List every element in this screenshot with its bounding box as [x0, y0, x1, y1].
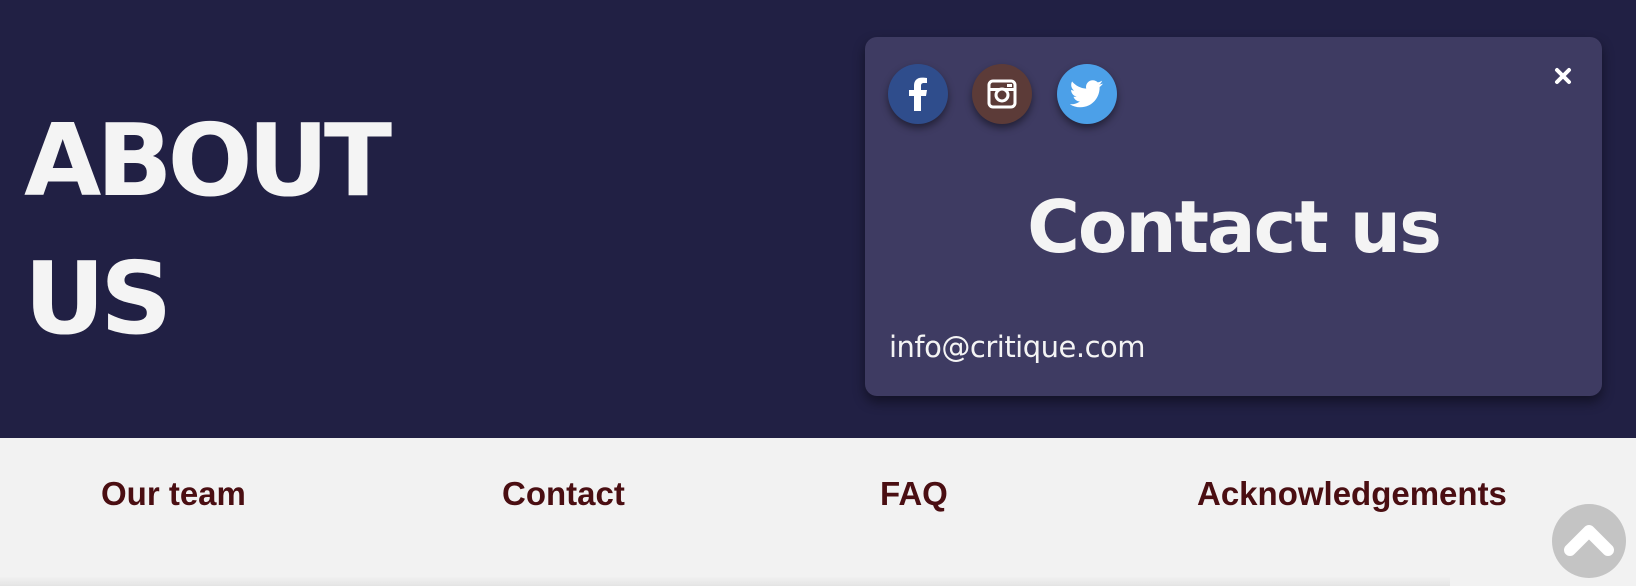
contact-heading: Contact us — [1027, 185, 1442, 269]
contact-card: Contact us info@critique.com — [865, 37, 1602, 396]
scroll-to-top-button[interactable] — [1552, 504, 1626, 578]
nav-link-faq[interactable]: FAQ — [880, 474, 948, 514]
chevron-up-icon — [1564, 522, 1614, 560]
contact-email-link[interactable]: info@critique.com — [889, 329, 1146, 365]
close-button[interactable] — [1552, 67, 1574, 89]
twitter-icon — [1070, 80, 1104, 108]
close-icon — [1554, 67, 1572, 89]
page-title: ABOUT US — [24, 102, 392, 357]
nav-link-our-team[interactable]: Our team — [101, 474, 246, 514]
page-shadow — [0, 576, 1450, 586]
nav-link-acknowledgements[interactable]: Acknowledgements — [1197, 474, 1507, 514]
instagram-icon — [986, 78, 1018, 110]
instagram-button[interactable] — [972, 64, 1032, 124]
twitter-button[interactable] — [1057, 64, 1117, 124]
facebook-icon — [908, 77, 928, 111]
facebook-button[interactable] — [888, 64, 948, 124]
hero-banner: ABOUT US Contact us info@critique.com — [0, 0, 1636, 438]
nav-link-contact[interactable]: Contact — [502, 474, 625, 514]
